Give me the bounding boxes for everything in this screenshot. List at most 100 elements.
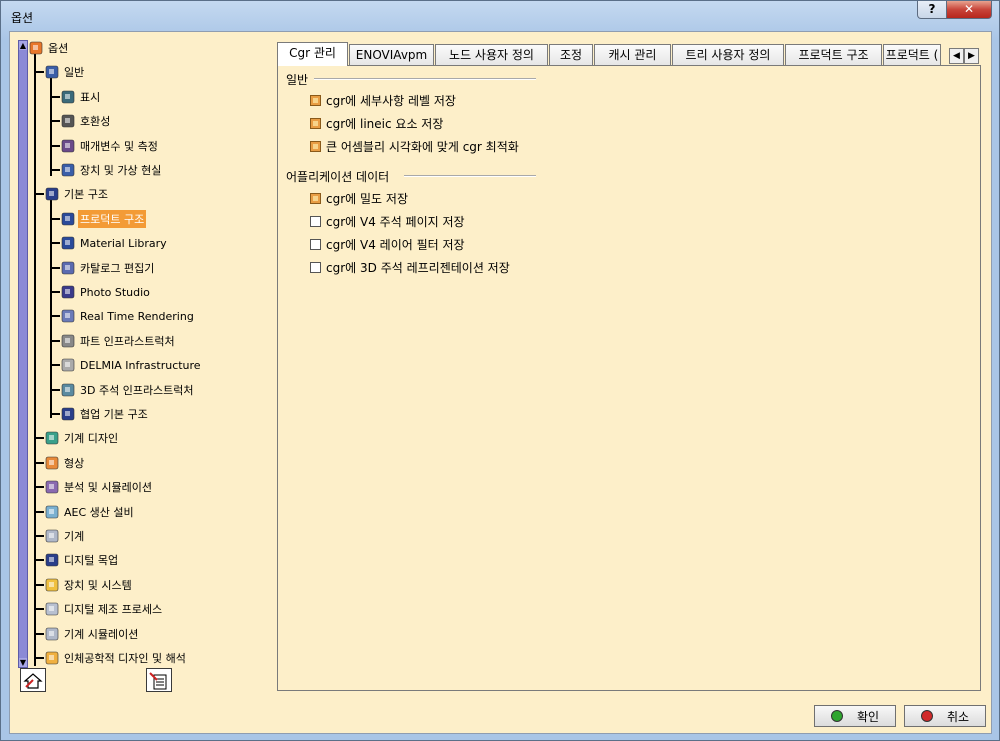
tree-item-label: 장치 및 시스템 xyxy=(64,578,132,592)
tree-item[interactable]: 매개변수 및 측정 xyxy=(50,136,160,156)
tree-item[interactable]: Real Time Rendering xyxy=(50,306,196,326)
help-button[interactable]: ? xyxy=(917,1,947,19)
tree-item[interactable]: 기본 구조 xyxy=(34,184,110,204)
tree-item[interactable]: 기계 xyxy=(34,526,86,546)
tab-reconcile[interactable]: 조정 xyxy=(549,44,593,65)
option-save-v4-layer-filters[interactable]: cgr에 V4 레이어 필터 저장 xyxy=(310,236,465,253)
options-root-icon xyxy=(28,40,44,56)
close-button[interactable]: ✕ xyxy=(946,1,992,19)
tree-item-label: 표시 xyxy=(80,90,101,104)
tab-product-structure[interactable]: 프로덕트 구조 xyxy=(785,44,882,65)
cancel-led-icon xyxy=(920,710,933,722)
catalog-editor-icon xyxy=(60,260,76,276)
tree-connector xyxy=(50,198,52,418)
tree-item-label: 디지털 목업 xyxy=(64,554,119,568)
scroll-down-arrow[interactable]: ▼ xyxy=(19,658,27,667)
tab-cgr-management[interactable]: Cgr 관리 xyxy=(277,42,348,66)
tree-item[interactable]: 표시 xyxy=(50,87,102,107)
tree-connector xyxy=(34,52,36,666)
tree-item-label: 일반 xyxy=(64,66,85,80)
tree-item-label: 기계 디자인 xyxy=(64,432,119,446)
tree-item[interactable]: 디지털 목업 xyxy=(34,550,120,570)
checkbox[interactable] xyxy=(310,216,321,227)
tree-item[interactable]: 장치 및 시스템 xyxy=(34,575,134,595)
tree-connector xyxy=(50,169,60,171)
tree-item[interactable]: 기계 디자인 xyxy=(34,428,120,448)
tree-item[interactable]: 프로덕트 구조 xyxy=(50,209,147,229)
tree-connector xyxy=(34,632,44,635)
checkbox[interactable] xyxy=(310,239,321,250)
title-bar[interactable]: 옵션 ? ✕ xyxy=(1,1,999,31)
tree-item[interactable]: 인체공학적 디자인 및 해석 xyxy=(34,648,188,668)
tree-connector xyxy=(34,559,44,562)
checkbox[interactable] xyxy=(310,118,321,129)
tree-item[interactable]: 일반 xyxy=(34,62,86,82)
option-save-v4-annotation-pages[interactable]: cgr에 V4 주석 페이지 저장 xyxy=(310,213,465,230)
tree-item[interactable]: AEC 생산 설비 xyxy=(34,502,136,522)
tab-product-visualization[interactable]: 프로덕트 ( xyxy=(883,44,941,65)
cancel-button[interactable]: 취소 xyxy=(904,705,986,727)
general-group-title: 일반 xyxy=(286,73,309,87)
tree-item[interactable]: Material Library xyxy=(50,233,169,253)
checkbox[interactable] xyxy=(310,193,321,204)
tree-item[interactable]: 호환성 xyxy=(50,111,112,131)
general-icon xyxy=(44,64,60,80)
tree-item[interactable]: DELMIA Infrastructure xyxy=(50,355,203,375)
tab-tree-customization[interactable]: 트리 사용자 정의 xyxy=(672,44,784,65)
tree-item-label: Real Time Rendering xyxy=(80,309,194,323)
tree-scrollbar[interactable]: ▲ ▼ xyxy=(18,40,28,668)
tree-item[interactable]: Photo Studio xyxy=(50,282,152,302)
tree-item[interactable]: 디지털 제조 프로세스 xyxy=(34,599,164,619)
options-tree: 옵션일반표시호환성매개변수 및 측정장치 및 가상 현실기본 구조프로덕트 구조… xyxy=(28,38,278,668)
checkbox[interactable] xyxy=(310,141,321,152)
export-tool-button[interactable] xyxy=(146,668,172,692)
tree-connector xyxy=(50,315,60,318)
material-library-icon xyxy=(60,235,76,251)
option-optimize-large-assembly[interactable]: 큰 어셈블리 시각화에 맞게 cgr 최적화 xyxy=(310,138,519,155)
tab-cache-management[interactable]: 캐시 관리 xyxy=(594,44,671,65)
option-save-3d-annotation-rep[interactable]: cgr에 3D 주석 레프리젠테이션 저장 xyxy=(310,259,510,276)
tab-scroll-right-button[interactable]: ▶ xyxy=(964,48,979,64)
tree-item-label: 디지털 제조 프로세스 xyxy=(64,603,163,617)
parameters-icon xyxy=(60,138,76,154)
house-reset-icon xyxy=(23,673,43,689)
checkbox[interactable] xyxy=(310,95,321,106)
cgr-management-panel: 일반 cgr에 세부사항 레벨 저장 cgr에 lineic 요소 저장 큰 어… xyxy=(277,65,981,691)
option-label: cgr에 V4 주석 페이지 저장 xyxy=(326,215,465,229)
tree-item[interactable]: 형상 xyxy=(34,453,86,473)
aec-plant-icon xyxy=(44,504,60,520)
tree-item[interactable]: 장치 및 가상 현실 xyxy=(50,160,163,180)
tree-connector xyxy=(50,388,60,391)
tree-item-label: 분석 및 시뮬레이션 xyxy=(64,481,152,495)
tree-item[interactable]: 파트 인프라스트럭처 xyxy=(50,331,177,351)
compatibility-icon xyxy=(60,113,76,129)
option-save-density[interactable]: cgr에 밀도 저장 xyxy=(310,190,408,207)
option-save-lineic[interactable]: cgr에 lineic 요소 저장 xyxy=(310,115,443,132)
tree-item[interactable]: 카탈로그 편집기 xyxy=(50,258,156,278)
reset-tool-button[interactable] xyxy=(20,668,46,692)
option-save-lod[interactable]: cgr에 세부사항 레벨 저장 xyxy=(310,92,456,109)
equipment-systems-icon xyxy=(44,577,60,593)
tree-connector xyxy=(34,486,44,489)
tree-item-label: 카탈로그 편집기 xyxy=(80,261,155,275)
rendering-icon xyxy=(60,308,76,324)
checkbox[interactable] xyxy=(310,262,321,273)
tree-item[interactable]: 3D 주석 인프라스트럭처 xyxy=(50,380,196,400)
tab-scroll-left-button[interactable]: ◀ xyxy=(949,48,964,64)
tree-item[interactable]: 협업 기본 구조 xyxy=(50,404,150,424)
tree-connector xyxy=(50,364,60,367)
tree-connector xyxy=(34,583,44,586)
ok-button[interactable]: 확인 xyxy=(814,705,896,727)
tab-enoviavpm[interactable]: ENOVIAvpm xyxy=(349,44,434,65)
tab-node-customization[interactable]: 노드 사용자 정의 xyxy=(435,44,548,65)
tree-item[interactable]: 옵션 xyxy=(28,38,70,58)
scroll-up-arrow[interactable]: ▲ xyxy=(19,41,27,50)
tree-connector xyxy=(50,217,60,220)
tree-connector xyxy=(50,266,60,269)
tree-item-label: 옵션 xyxy=(48,42,69,55)
tree-item-label: 3D 주석 인프라스트럭처 xyxy=(80,383,194,397)
tree-item[interactable]: 기계 시뮬레이션 xyxy=(34,624,140,644)
tree-item[interactable]: 분석 및 시뮬레이션 xyxy=(34,477,154,497)
app-data-group-title: 어플리케이션 데이터 xyxy=(286,170,390,184)
tree-item-label: 협업 기본 구조 xyxy=(80,408,148,421)
